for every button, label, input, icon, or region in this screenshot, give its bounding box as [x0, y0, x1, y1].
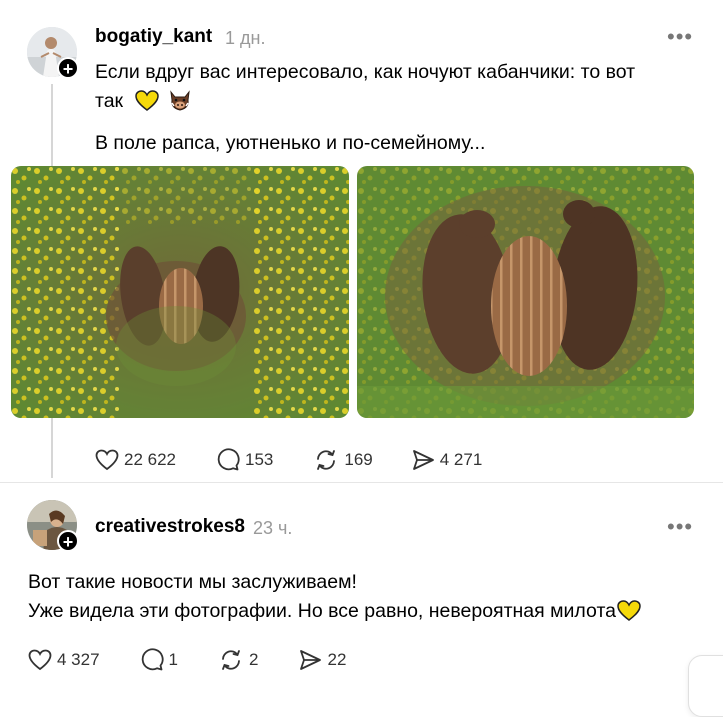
more-options-icon[interactable]: ••• — [667, 514, 693, 540]
yellow-heart-icon — [617, 600, 641, 631]
comment-count: 1 — [168, 650, 179, 669]
like-count: 4 327 — [57, 650, 100, 669]
follow-plus-icon[interactable]: + — [57, 530, 79, 552]
post-text-line-2: Уже видела эти фотографии. Но все равно,… — [28, 600, 616, 622]
like-button[interactable]: 4 327 — [28, 649, 100, 671]
send-icon — [300, 650, 322, 670]
repost-button[interactable]: 2 — [218, 648, 258, 672]
share-button[interactable]: 22 — [298, 648, 346, 672]
repost-count: 2 — [249, 650, 259, 669]
post-text-line-1: Вот такие новости мы заслуживаем! — [28, 571, 357, 593]
repost-icon — [222, 650, 240, 670]
share-count: 22 — [327, 650, 347, 669]
comment-button[interactable]: 1 — [140, 648, 178, 672]
post-username[interactable]: creativestrokes8 — [95, 516, 245, 538]
post-2: + creativestrokes8 23 ч. ••• Вот такие н… — [0, 0, 723, 717]
comment-icon — [141, 648, 164, 671]
post-time: 23 ч. — [253, 518, 293, 538]
post-text: Вот такие новости мы заслуживаем! Уже ви… — [28, 568, 708, 631]
floating-action-button[interactable] — [688, 655, 723, 717]
heart-icon — [28, 649, 52, 671]
post-actions: 4 327 1 2 22 — [28, 648, 346, 672]
